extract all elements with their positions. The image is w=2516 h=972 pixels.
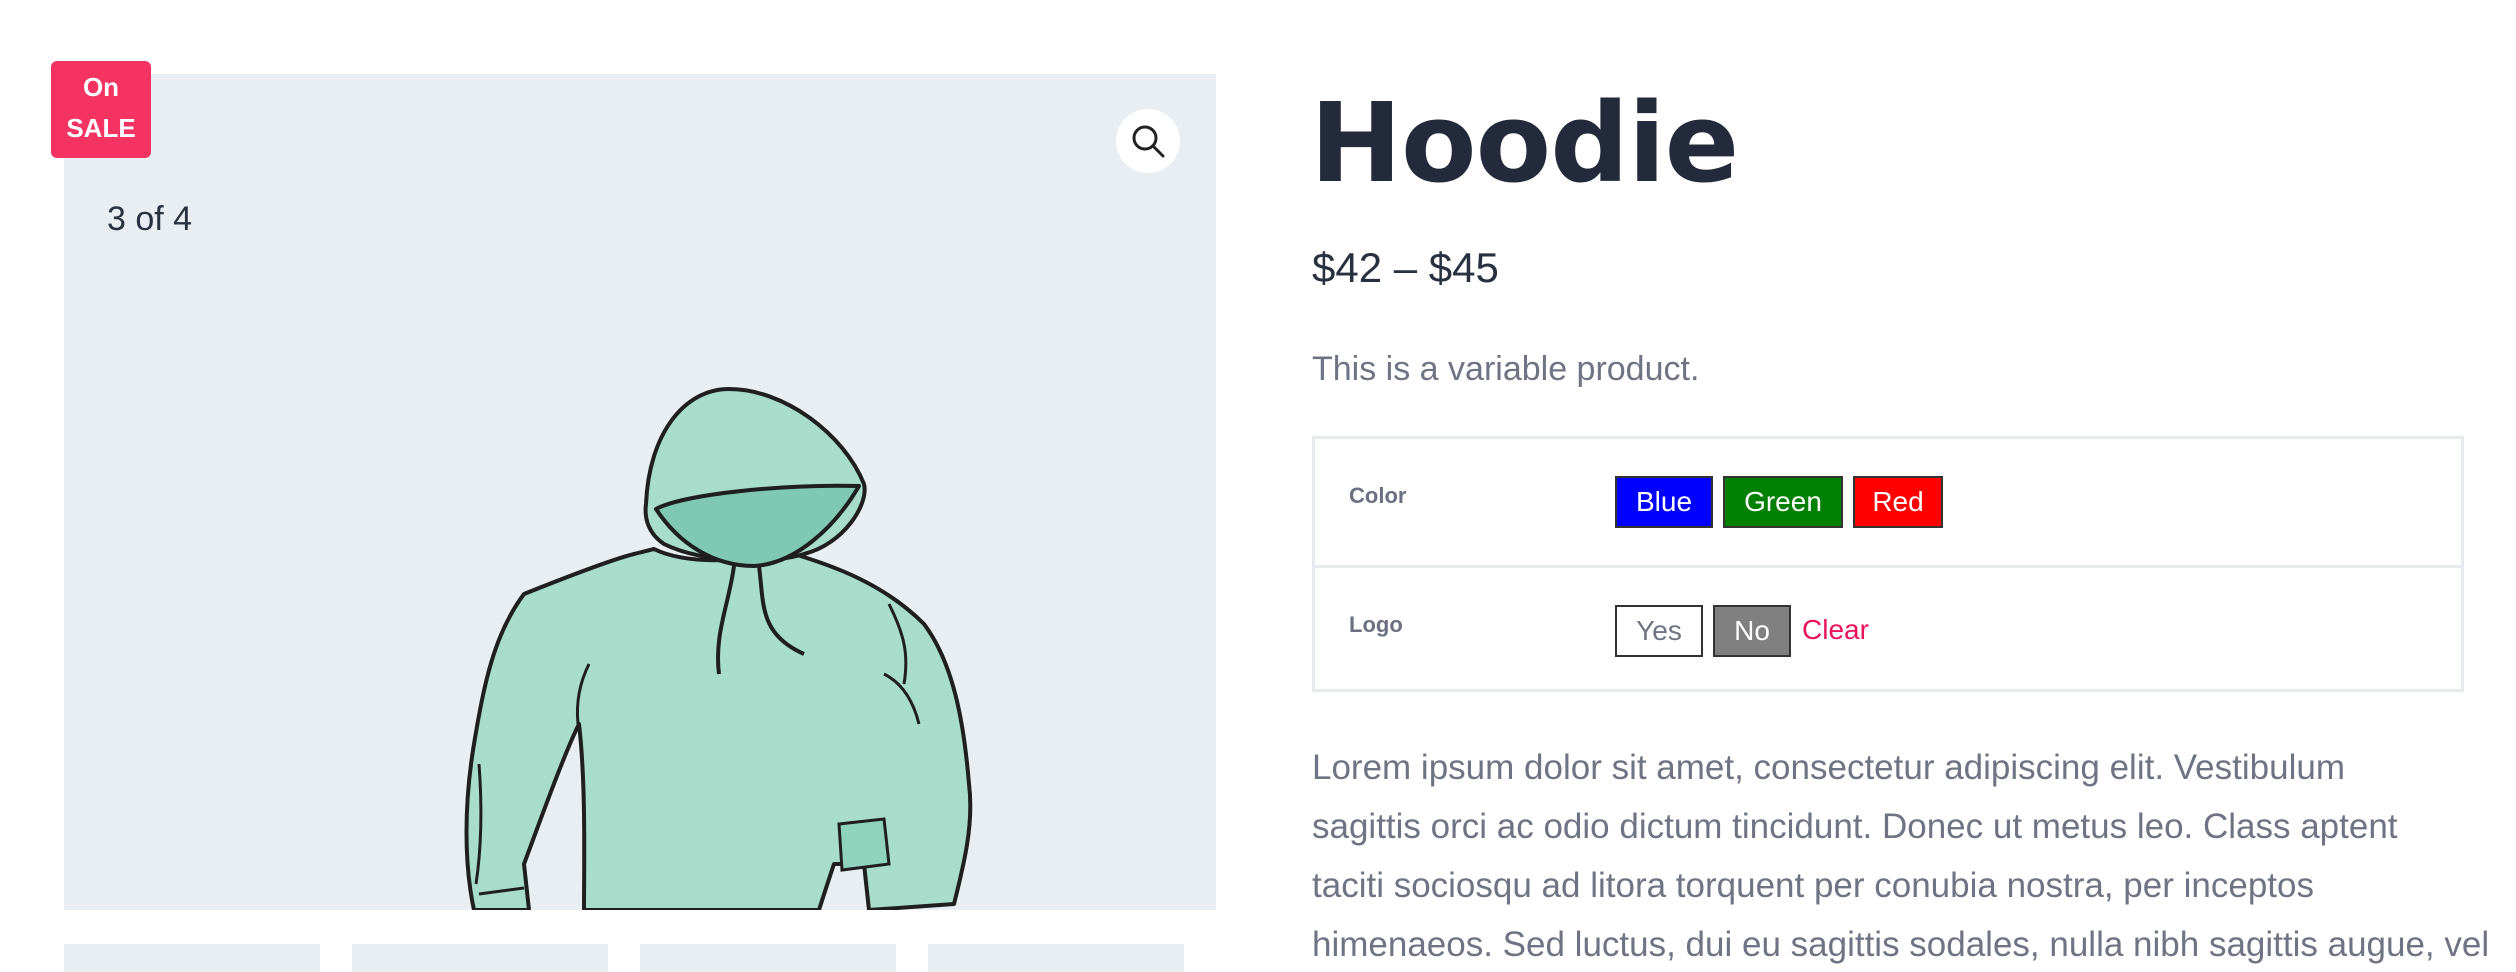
zoom-button[interactable] bbox=[1116, 109, 1180, 173]
swatch-red[interactable]: Red bbox=[1853, 476, 1943, 528]
gallery-counter: 3 of 4 bbox=[107, 200, 193, 238]
sale-badge: On SALE bbox=[51, 61, 151, 158]
swatch-no[interactable]: No bbox=[1713, 605, 1791, 657]
swatch-yes[interactable]: Yes bbox=[1615, 605, 1703, 657]
hoodie-image bbox=[464, 387, 973, 910]
product-description: Lorem ipsum dolor sit amet, consectetur … bbox=[1312, 738, 2502, 972]
variation-row-logo: Logo Yes No Clear bbox=[1315, 565, 2461, 691]
thumbnail[interactable] bbox=[352, 944, 608, 972]
thumbnail[interactable] bbox=[64, 944, 320, 972]
thumbnail[interactable] bbox=[928, 944, 1184, 972]
sale-badge-line2: SALE bbox=[66, 113, 136, 143]
swatch-blue[interactable]: Blue bbox=[1615, 476, 1713, 528]
description-line: taciti sociosqu ad litora torquent per c… bbox=[1312, 866, 2314, 905]
swatch-green[interactable]: Green bbox=[1723, 476, 1843, 528]
short-description: This is a variable product. bbox=[1312, 350, 1700, 388]
variation-row-color: Color Blue Green Red bbox=[1315, 439, 2461, 565]
magnifier-icon bbox=[1132, 125, 1165, 158]
sale-badge-line1: On bbox=[82, 72, 120, 102]
product-price: $42 – $45 bbox=[1312, 244, 1499, 291]
thumbnail-strip bbox=[64, 944, 1184, 972]
color-label: Color bbox=[1349, 483, 1407, 508]
description-line: sagittis orci ac odio dictum tincidunt. … bbox=[1312, 807, 2398, 846]
thumbnail[interactable] bbox=[640, 944, 896, 972]
variations-table: Color Blue Green Red Logo Yes No Clear bbox=[1312, 436, 2464, 692]
description-line: Lorem ipsum dolor sit amet, consectetur … bbox=[1312, 748, 2345, 787]
logo-label: Logo bbox=[1349, 612, 1403, 637]
description-line: himenaeos. Sed luctus, dui eu sagittis s… bbox=[1312, 925, 2490, 964]
product-gallery bbox=[64, 74, 1216, 910]
clear-link[interactable]: Clear bbox=[1802, 614, 1869, 646]
product-title: Hoodie bbox=[1310, 79, 1739, 207]
